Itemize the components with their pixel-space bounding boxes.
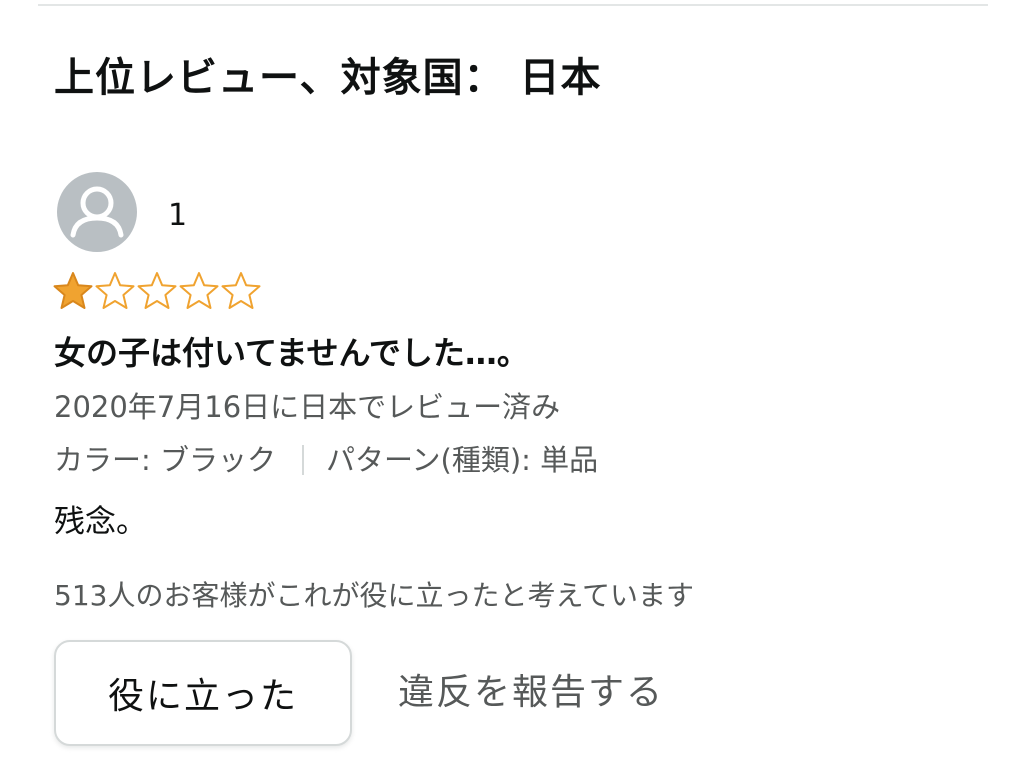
section-title: 上位レビュー、対象国： 日本: [54, 55, 602, 101]
top-divider: [38, 4, 988, 6]
review-body: 残念。: [54, 504, 147, 540]
review-date: 2020年7月16日に日本でレビュー済み: [54, 390, 561, 424]
helpful-button[interactable]: 役に立った: [54, 640, 352, 746]
star-empty-icon: [221, 272, 261, 309]
star-rating[interactable]: [52, 270, 262, 314]
user-silhouette-icon: [70, 186, 124, 238]
star-filled-icon: [53, 272, 93, 309]
review-title[interactable]: 女の子は付いてませんでした…。: [54, 328, 529, 378]
reviewer-name[interactable]: 1: [168, 196, 187, 236]
review-page: 上位レビュー、対象国： 日本 1 女の子は付いてませんでした…。 2020年7月…: [0, 0, 1024, 775]
variant-pattern: パターン(種類): 単品: [326, 443, 599, 477]
report-abuse-link[interactable]: 違反を報告する: [398, 667, 664, 719]
reviewer-avatar[interactable]: [57, 172, 137, 252]
star-empty-icon: [95, 272, 135, 309]
variant-color: カラー: ブラック: [54, 443, 276, 477]
star-empty-icon: [179, 272, 219, 309]
helpful-count: 513人のお客様がこれが役に立ったと考えています: [54, 579, 695, 612]
variant-info: カラー: ブラック パターン(種類): 単品: [54, 437, 598, 483]
variant-separator: [302, 445, 304, 475]
star-empty-icon: [137, 272, 177, 309]
